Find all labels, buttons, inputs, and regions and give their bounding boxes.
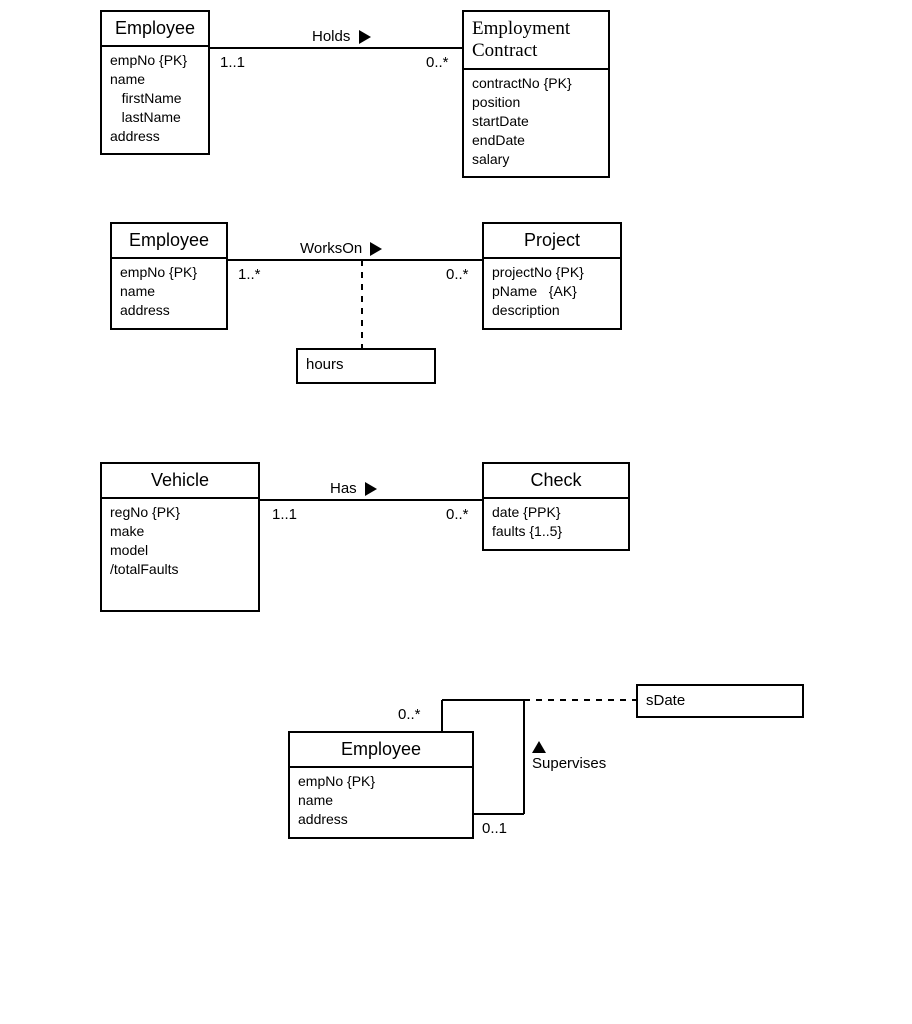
entity-employee-1: Employee empNo {PK} name firstName lastN… [100, 10, 210, 155]
multiplicity-left: 1..* [238, 266, 261, 283]
relationship-label-workson: WorksOn [300, 240, 382, 257]
relationship-label-has: Has [330, 480, 377, 497]
direction-arrow-icon [532, 741, 546, 753]
relationship-text: Holds [312, 28, 350, 45]
direction-arrow-icon [370, 242, 382, 256]
entity-attrs: regNo {PK} make model /totalFaults [102, 499, 258, 587]
multiplicity-left: 1..1 [272, 506, 297, 523]
entity-attrs: projectNo {PK} pName {AK} description [484, 259, 620, 328]
multiplicity-bottom: 0..1 [482, 820, 507, 837]
entity-title: Employee [112, 224, 226, 259]
entity-attrs: empNo {PK} name address [112, 259, 226, 328]
entity-project: Project projectNo {PK} pName {AK} descri… [482, 222, 622, 330]
relationship-text: Has [330, 480, 357, 497]
entity-employee-4: Employee empNo {PK} name address [288, 731, 474, 839]
relationship-text: WorksOn [300, 240, 362, 257]
relationship-label-holds: Holds [312, 28, 371, 45]
entity-employee-2: Employee empNo {PK} name address [110, 222, 228, 330]
entity-attrs: contractNo {PK} position startDate endDa… [464, 70, 608, 176]
uml-diagram-canvas: Employee empNo {PK} name firstName lastN… [0, 0, 912, 1024]
entity-title: Employee [290, 733, 472, 768]
relationship-text: Supervises [532, 755, 606, 772]
entity-attrs: empNo {PK} name address [290, 768, 472, 837]
entity-employment-contract: Employment Contract contractNo {PK} posi… [462, 10, 610, 178]
multiplicity-right: 0..* [426, 54, 449, 71]
entity-title: Employment Contract [464, 12, 608, 70]
entity-title: Check [484, 464, 628, 499]
direction-arrow-icon [359, 30, 371, 44]
direction-arrow-icon [365, 482, 377, 496]
entity-attrs: date {PPK} faults {1..5} [484, 499, 628, 549]
association-class-sdate: sDate [636, 684, 804, 718]
entity-attrs: empNo {PK} name firstName lastName addre… [102, 47, 208, 153]
association-class-hours: hours [296, 348, 436, 384]
association-attr: sDate [646, 692, 685, 709]
multiplicity-top: 0..* [398, 706, 421, 723]
multiplicity-left: 1..1 [220, 54, 245, 71]
multiplicity-right: 0..* [446, 506, 469, 523]
entity-title: Vehicle [102, 464, 258, 499]
multiplicity-right: 0..* [446, 266, 469, 283]
entity-title: Project [484, 224, 620, 259]
entity-check: Check date {PPK} faults {1..5} [482, 462, 630, 551]
association-attr: hours [306, 356, 344, 373]
entity-vehicle: Vehicle regNo {PK} make model /totalFaul… [100, 462, 260, 612]
relationship-label-supervises: Supervises [532, 738, 606, 772]
entity-title: Employee [102, 12, 208, 47]
